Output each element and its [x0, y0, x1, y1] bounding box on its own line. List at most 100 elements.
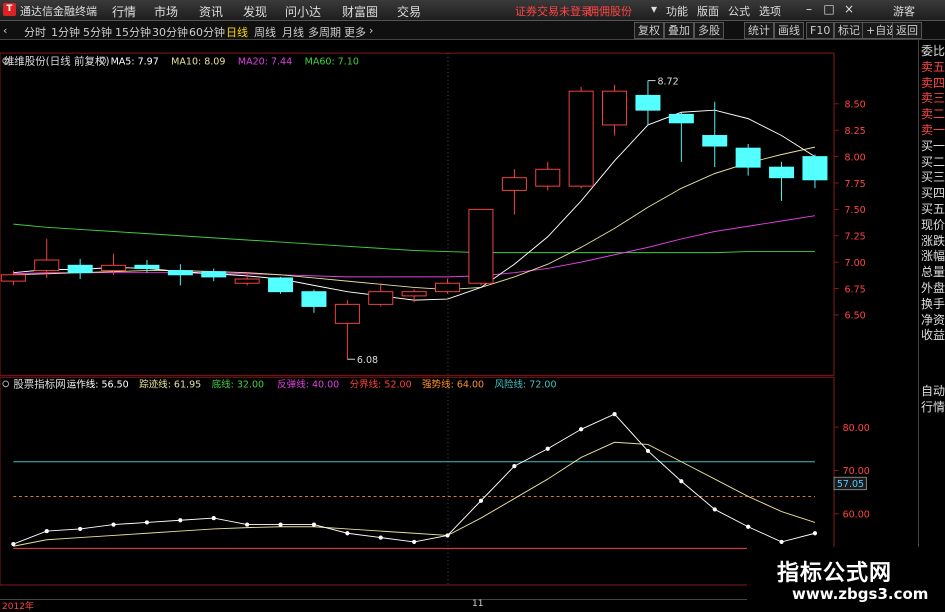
- btn-duogu[interactable]: 多股: [694, 22, 724, 39]
- ma-labels: MA5: 7.97 MA10: 8.09 MA20: 7.44 MA60: 7.10: [111, 57, 359, 68]
- operation-point: [679, 479, 684, 484]
- candle-body: [134, 264, 160, 269]
- price-tick-label: 6.75: [844, 284, 865, 295]
- period-daily[interactable]: 日线: [226, 24, 248, 40]
- period-5min[interactable]: 5分钟: [83, 24, 112, 40]
- btn-huaxian[interactable]: 画线: [774, 22, 804, 39]
- indicator-tick-label: 80.00: [843, 423, 870, 434]
- btn-fanhui[interactable]: 返回: [892, 22, 922, 39]
- right-quote-panel: 委比 卖五 卖四 卖三 卖二 卖一 买一 买二 买三 买四 买五 现价 涨跌 涨幅 总量 外盘 换手 净资 收益 自…: [918, 40, 945, 609]
- btn-f10[interactable]: F10: [806, 22, 835, 39]
- watermark: 指标公式网 www.zbgs3.com: [747, 547, 945, 609]
- menu-hangqing[interactable]: 行情: [112, 3, 136, 20]
- indicator-label-6: 风险线: 72.00: [494, 379, 556, 391]
- indicator-lines: [11, 412, 818, 547]
- app-logo-icon: T: [3, 3, 16, 16]
- ma-label-0: MA5: 7.97: [111, 57, 159, 68]
- candle-body: [0, 274, 26, 282]
- candle-body: [602, 90, 628, 126]
- menu-faxian[interactable]: 发现: [243, 3, 267, 20]
- indicator-label-1: 踪迹线: 61.95: [139, 379, 201, 391]
- quote-field-7: 买二: [921, 154, 945, 169]
- period-15min[interactable]: 15分钟: [115, 24, 151, 40]
- btn-fuquan[interactable]: 复权: [634, 22, 664, 39]
- quote-field-4: 卖二: [921, 107, 945, 122]
- operation-point: [378, 535, 383, 540]
- candle-body: [368, 291, 394, 305]
- menu-caifuquan[interactable]: 财富圈: [342, 3, 378, 20]
- period-multi[interactable]: 多周期: [308, 24, 341, 40]
- more-arrow-icon[interactable]: ›: [369, 24, 373, 37]
- period-monthly[interactable]: 月线: [282, 24, 304, 40]
- price-tick-label: 8.25: [844, 126, 865, 137]
- operation-point: [278, 522, 283, 527]
- candle-body: [668, 113, 694, 124]
- price-tick-label: 8.00: [844, 152, 865, 163]
- indicator-frame: [0, 376, 835, 586]
- period-1min[interactable]: 1分钟: [51, 24, 80, 40]
- indicator-tick-label: 70.00: [843, 466, 870, 477]
- broker-name[interactable]: 佣佣股份: [588, 3, 632, 19]
- indicator-label-2: 底线: 32.00: [212, 379, 265, 391]
- menu-banmian[interactable]: 版面: [697, 3, 719, 19]
- operation-point: [712, 507, 717, 512]
- login-notice[interactable]: 证券交易未登录: [515, 3, 592, 19]
- period-fenshi[interactable]: 分时: [24, 24, 46, 40]
- ma60-line: [13, 223, 815, 254]
- quote-field-12: 涨跌: [921, 233, 945, 248]
- stock-label: 维维股份(日线 前复权): [4, 55, 110, 68]
- current-value: 57.05: [837, 479, 864, 490]
- indicator-settings-icon[interactable]: [2, 380, 10, 388]
- high-price-label: 8.72: [657, 76, 678, 87]
- operation-point: [445, 533, 450, 538]
- period-30min[interactable]: 30分钟: [152, 24, 188, 40]
- dropdown-icon[interactable]: ▾: [645, 1, 663, 18]
- operation-point: [478, 498, 484, 503]
- candle-body: [101, 264, 127, 272]
- menu-zixun[interactable]: 资讯: [199, 3, 223, 20]
- quote-field-2: 卖四: [921, 75, 945, 90]
- period-weekly[interactable]: 周线: [254, 24, 276, 40]
- menu-wenxiaoda[interactable]: 问小达: [285, 3, 321, 20]
- candle-body: [635, 94, 661, 111]
- low-price-label: 6.08: [357, 355, 378, 366]
- price-axis: 8.50 8.25 8.00 7.75 7.50 7.25 7.00 6.75 6.50: [447, 53, 866, 585]
- indicator-name: 股票指标网: [13, 378, 65, 391]
- btn-diejia[interactable]: 叠加: [664, 22, 694, 39]
- price-tick-label: 7.25: [844, 232, 865, 243]
- panel-toggle-0[interactable]: 自动: [921, 384, 945, 399]
- menu-shichang[interactable]: 市场: [154, 3, 178, 20]
- quote-field-11: 现价: [921, 217, 945, 232]
- candle-body: [201, 271, 227, 278]
- operation-point: [812, 531, 818, 536]
- maximize-icon[interactable]: □: [820, 1, 838, 18]
- menu-gongneng[interactable]: 功能: [666, 3, 688, 19]
- candle-body: [468, 208, 494, 284]
- guest-label[interactable]: 游客: [893, 3, 915, 19]
- btn-biaoji[interactable]: 标记: [834, 22, 864, 39]
- candle-body: [501, 177, 527, 191]
- operation-point: [545, 446, 550, 451]
- candle-body: [735, 147, 761, 168]
- kline-chart[interactable]: 维维股份(日线 前复权) MA5: 7.97 MA10: 8.09 MA20: 7.…: [0, 40, 875, 600]
- candle-body: [435, 282, 461, 293]
- indicator-tick-label: 60.00: [843, 510, 870, 521]
- quote-field-8: 买三: [921, 170, 945, 185]
- menu-jiaoyi[interactable]: 交易: [397, 3, 421, 20]
- period-60min[interactable]: 60分钟: [189, 24, 225, 40]
- btn-tongji[interactable]: 统计: [744, 22, 774, 39]
- back-icon[interactable]: ‹: [3, 24, 7, 37]
- quote-field-16: 换手: [921, 296, 945, 311]
- close-icon[interactable]: ×: [840, 1, 858, 18]
- menu-xuanxiang[interactable]: 选项: [759, 3, 781, 19]
- panel-toggle-1[interactable]: 行情: [921, 400, 945, 415]
- menu-gongshi[interactable]: 公式: [728, 3, 750, 19]
- price-tick-label: 7.75: [844, 179, 865, 190]
- quote-field-18: 收益: [921, 328, 945, 343]
- quote-field-9: 买四: [921, 186, 945, 201]
- period-more[interactable]: 更多: [344, 24, 366, 40]
- price-tick-label: 6.50: [844, 311, 865, 322]
- operation-point: [412, 539, 417, 545]
- quote-field-6: 买一: [921, 138, 945, 153]
- minimize-icon[interactable]: –: [800, 1, 818, 18]
